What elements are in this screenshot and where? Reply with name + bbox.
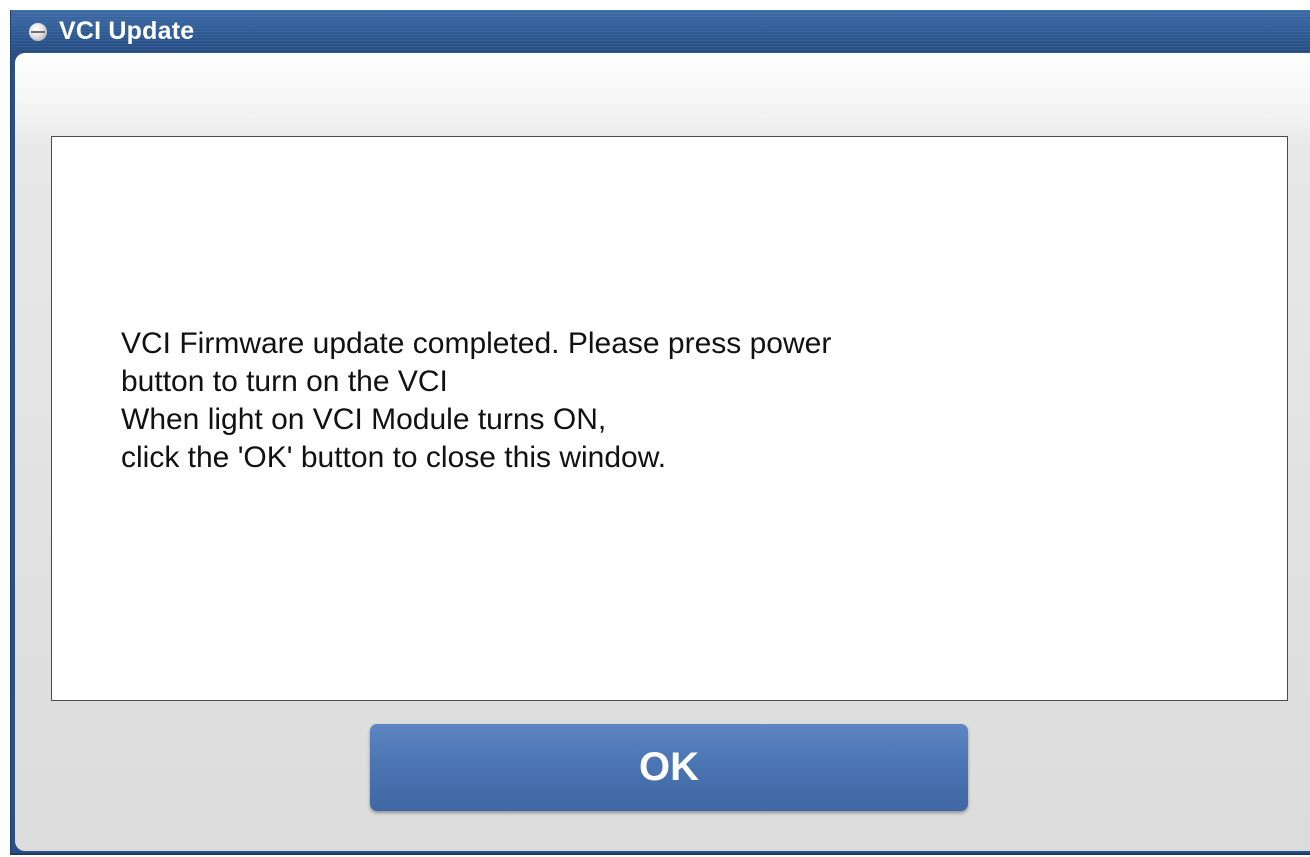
title-bar[interactable]: VCI Update <box>11 10 1310 53</box>
dialog-body: VCI Firmware update completed. Please pr… <box>15 53 1310 851</box>
message-panel: VCI Firmware update completed. Please pr… <box>51 136 1288 701</box>
window-title: VCI Update <box>59 17 195 45</box>
vci-update-window: VCI Update VCI Firmware update completed… <box>10 10 1310 855</box>
message-line: click the 'OK' button to close this wind… <box>121 441 667 474</box>
ok-button[interactable]: OK <box>370 724 968 811</box>
message-text: VCI Firmware update completed. Please pr… <box>121 325 1241 477</box>
message-line: button to turn on the VCI <box>121 365 448 398</box>
circle-icon <box>29 22 47 41</box>
message-line: VCI Firmware update completed. Please pr… <box>121 327 832 360</box>
message-line: When light on VCI Module turns ON, <box>121 403 607 436</box>
